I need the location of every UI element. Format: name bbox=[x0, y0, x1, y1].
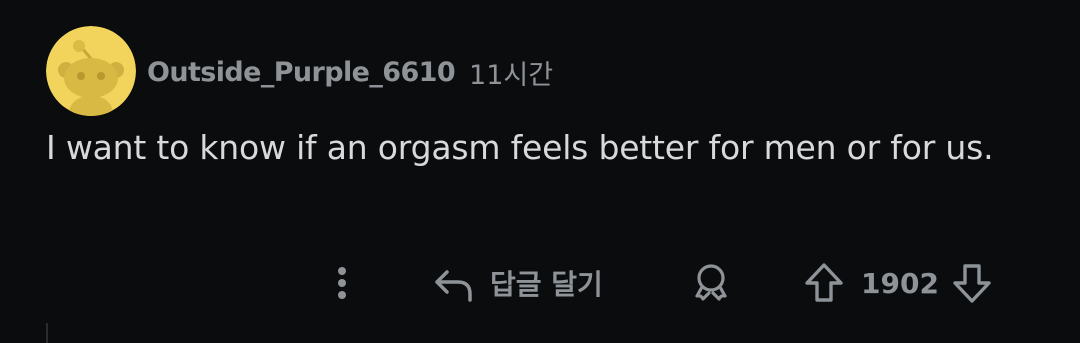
vote-count: 1902 bbox=[861, 266, 939, 300]
upvote-arrow-icon bbox=[805, 263, 843, 302]
thread-line[interactable] bbox=[46, 323, 48, 343]
award-button[interactable] bbox=[688, 258, 734, 308]
award-icon bbox=[695, 264, 727, 301]
snoo-avatar-icon bbox=[46, 26, 136, 116]
username-link[interactable]: Outside_Purple_6610 bbox=[147, 57, 456, 88]
reply-label: 답글 달기 bbox=[490, 268, 603, 301]
more-options-button[interactable] bbox=[330, 258, 354, 308]
comment-action-bar: 답글 달기 1902 bbox=[0, 258, 1080, 308]
user-avatar[interactable] bbox=[46, 26, 136, 116]
comment: Outside_Purple_6610 11시간 I want to know … bbox=[0, 0, 1080, 343]
upvote-button[interactable] bbox=[803, 261, 845, 305]
more-vertical-icon bbox=[338, 267, 346, 299]
comment-header: Outside_Purple_6610 11시간 bbox=[147, 52, 553, 92]
comment-timestamp: 11시간 bbox=[469, 59, 554, 91]
downvote-arrow-icon bbox=[953, 264, 991, 303]
vote-controls: 1902 bbox=[803, 258, 993, 308]
reply-arrow-icon bbox=[435, 270, 472, 302]
reply-button[interactable]: 답글 달기 bbox=[432, 258, 603, 308]
comment-body: I want to know if an orgasm feels better… bbox=[46, 128, 994, 167]
downvote-button[interactable] bbox=[951, 261, 993, 305]
